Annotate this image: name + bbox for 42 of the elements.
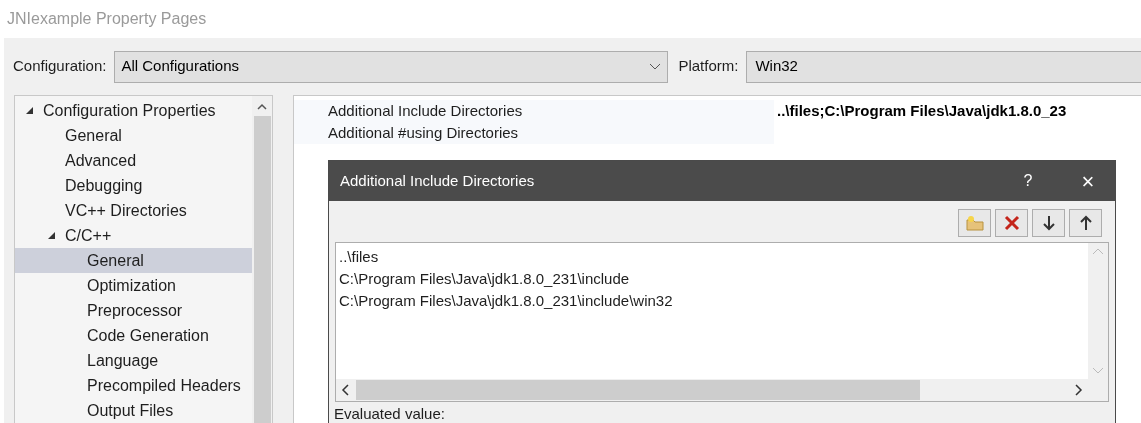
close-button[interactable]: × xyxy=(1073,164,1103,198)
tree-item[interactable]: Debugging xyxy=(15,173,252,198)
tree-item[interactable]: Advanced xyxy=(15,148,252,173)
tree-item[interactable]: Optimization xyxy=(15,273,252,298)
tree-item[interactable]: Configuration Properties xyxy=(15,98,252,123)
delete-button[interactable] xyxy=(995,209,1028,237)
move-down-button[interactable] xyxy=(1032,209,1065,237)
scrollbar[interactable] xyxy=(252,96,272,423)
property-name[interactable]: Additional Include Directories xyxy=(294,100,774,122)
configuration-dropdown[interactable]: All Configurations xyxy=(114,50,669,83)
expand-icon[interactable] xyxy=(25,106,34,115)
tree-item[interactable]: C/C++ xyxy=(15,223,252,248)
scrollbar-thumb[interactable] xyxy=(253,116,271,423)
tree-item[interactable]: General xyxy=(15,248,252,273)
platform-label: Platform: xyxy=(678,56,739,77)
directory-entry[interactable]: C:\Program Files\Java\jdk1.8.0_231\include xyxy=(339,268,1088,290)
arrow-down-icon xyxy=(1042,215,1055,231)
tree-item[interactable]: Precompiled Headers xyxy=(15,373,252,398)
directory-entry[interactable]: C:\Program Files\Java\jdk1.8.0_231\include\win32 xyxy=(339,290,1088,312)
folder-icon xyxy=(964,214,985,232)
chevron-down-icon xyxy=(649,62,662,71)
configuration-label: Configuration: xyxy=(13,56,107,77)
tree-item[interactable]: Preprocessor xyxy=(15,298,252,323)
tree-item[interactable]: Code Generation xyxy=(15,323,252,348)
delete-icon xyxy=(1003,215,1020,231)
arrow-up-icon xyxy=(1079,215,1092,231)
property-name[interactable]: Additional #using Directories xyxy=(294,122,774,144)
directory-entry[interactable]: ..\files xyxy=(339,246,1088,268)
tree-item[interactable]: Output Files xyxy=(15,398,252,423)
help-button[interactable]: ? xyxy=(1013,169,1043,193)
horizontal-scrollbar[interactable] xyxy=(336,379,1108,401)
tree-item[interactable]: General xyxy=(15,123,252,148)
platform-dropdown[interactable]: Win32 xyxy=(746,50,1141,83)
window-title: JNIexample Property Pages xyxy=(6,9,208,29)
dialog-title: Additional Include Directories xyxy=(340,170,536,191)
move-up-button[interactable] xyxy=(1069,209,1102,237)
tree-item[interactable]: VC++ Directories xyxy=(15,198,252,223)
scrollbar-thumb[interactable] xyxy=(356,380,920,400)
evaluated-value-label: Evaluated value: xyxy=(333,405,446,422)
expand-icon[interactable] xyxy=(47,231,56,240)
property-value[interactable]: ..\files;C:\Program Files\Java\jdk1.8.0_23 xyxy=(774,99,1067,123)
tree-item[interactable]: Language xyxy=(15,348,252,373)
